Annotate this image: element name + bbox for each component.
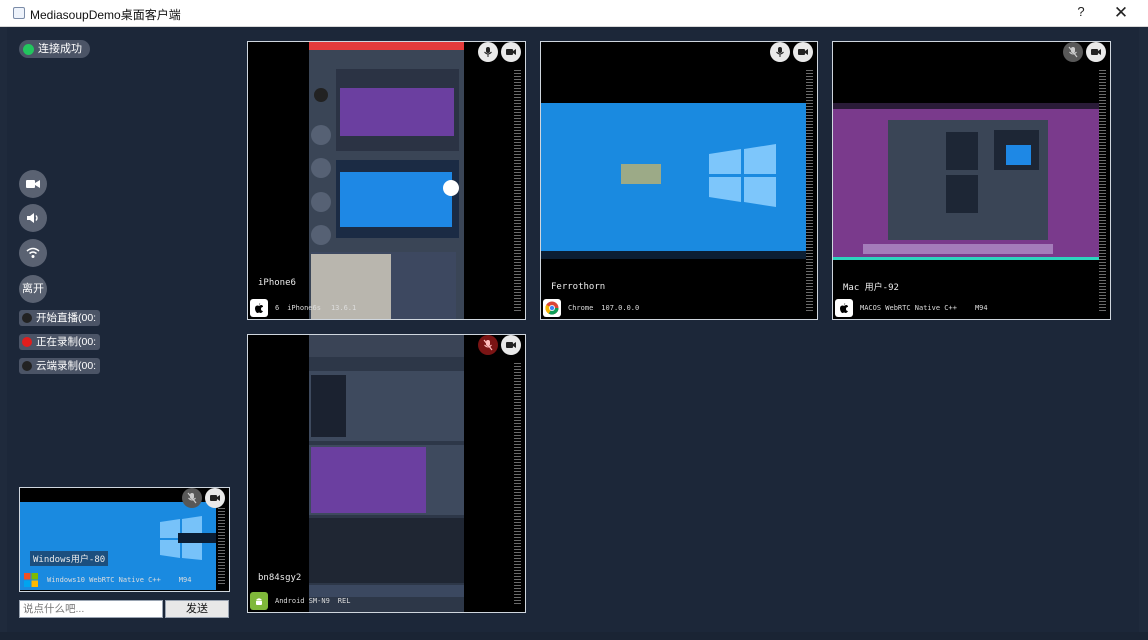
- cloud-dot: [22, 361, 32, 371]
- os-version: 13.6.1: [330, 304, 357, 312]
- mic-icon[interactable]: [770, 42, 790, 62]
- status-dot: [23, 43, 34, 55]
- browser-version: 107.0.0.0: [601, 304, 640, 312]
- connection-status-label: 连接成功: [38, 43, 82, 55]
- device-model: iPhone6s: [287, 304, 321, 312]
- speaker-toggle-button[interactable]: [19, 204, 47, 232]
- video-camera-icon[interactable]: [1086, 42, 1106, 62]
- right-edge: [1139, 27, 1148, 640]
- os-label: 6: [275, 304, 280, 312]
- wifi-icon: [26, 247, 40, 258]
- help-button[interactable]: ?: [1072, 4, 1090, 22]
- device-info: Android SM-N9 REL: [250, 592, 350, 610]
- device-info: 6 iPhone6s 13.6.1: [250, 299, 356, 317]
- volume-meter: [514, 363, 521, 606]
- mic-muted-icon[interactable]: [182, 488, 202, 508]
- android-screen-preview: [309, 335, 464, 612]
- platform-version: M94: [178, 576, 192, 584]
- video-tile[interactable]: iPhone6 6 iPhone6s 13.6.1: [247, 41, 526, 320]
- participant-name: Ferrothorn: [551, 282, 606, 292]
- close-button[interactable]: ✕: [1108, 2, 1134, 24]
- mic-icon[interactable]: [478, 42, 498, 62]
- media-controls: [478, 42, 521, 62]
- network-button[interactable]: [19, 239, 47, 267]
- self-view-tile[interactable]: Windows用户-80 Windows10 WebRTC Native C++…: [19, 487, 230, 592]
- recording-dot: [22, 337, 32, 347]
- connection-status: 连接成功: [19, 40, 90, 58]
- participant-name: iPhone6: [258, 278, 296, 288]
- platform-label: Windows10 WebRTC Native C++: [47, 576, 161, 584]
- platform-version: REL: [337, 597, 351, 605]
- platform-label: MACOS WebRTC Native C++: [860, 304, 957, 312]
- send-button[interactable]: 发送: [165, 600, 229, 618]
- app-icon: [13, 7, 25, 19]
- leave-button[interactable]: 离开: [19, 275, 47, 303]
- live-dot: [22, 313, 32, 323]
- window-title: MediasoupDemo桌面客户端: [30, 8, 181, 22]
- self-name: Windows用户-80: [30, 551, 109, 566]
- mic-muted-icon[interactable]: [478, 335, 498, 355]
- chat-input[interactable]: [19, 600, 163, 618]
- participant-name: bn84sgy2: [258, 573, 302, 583]
- chrome-icon: [543, 299, 561, 317]
- bottom-strip: [0, 632, 1148, 640]
- video-tile[interactable]: Mac 用户-92 MACOS WebRTC Native C++ M94: [832, 41, 1111, 320]
- media-controls: [1063, 42, 1106, 62]
- local-record-button[interactable]: 正在录制(00:: [19, 334, 101, 350]
- device-info: Chrome 107.0.0.0: [543, 299, 639, 317]
- apple-icon: [250, 299, 268, 317]
- volume-meter: [1099, 70, 1106, 313]
- media-controls: [770, 42, 813, 62]
- media-controls: [478, 335, 521, 355]
- live-stream-label: 开始直播(00:: [36, 312, 97, 324]
- browser-name: Chrome: [568, 304, 594, 312]
- local-record-label: 正在录制(00:: [36, 336, 97, 348]
- volume-meter: [218, 508, 225, 585]
- title-bar: MediasoupDemo桌面客户端 ? ✕: [0, 0, 1148, 27]
- device-info: MACOS WebRTC Native C++ M94: [835, 299, 988, 317]
- media-controls: [182, 488, 225, 508]
- volume-meter: [806, 70, 813, 313]
- mic-muted-icon[interactable]: [1063, 42, 1083, 62]
- camera-icon: [26, 180, 40, 188]
- app-window: MediasoupDemo桌面客户端 ? ✕ 连接成功 离开 开始直播(00: …: [0, 0, 1148, 640]
- device-info: Windows10 WebRTC Native C++ M94: [22, 571, 191, 589]
- cloud-record-label: 云端录制(00:: [36, 360, 97, 372]
- video-camera-icon[interactable]: [793, 42, 813, 62]
- apple-icon: [835, 299, 853, 317]
- cloud-record-button[interactable]: 云端录制(00:: [19, 358, 101, 374]
- video-camera-icon[interactable]: [501, 335, 521, 355]
- windows-desktop-preview: [541, 103, 811, 259]
- video-tile[interactable]: bn84sgy2 Android SM-N9 REL: [247, 334, 526, 613]
- speaker-icon: [27, 213, 38, 223]
- android-icon: [250, 592, 268, 610]
- participant-name: Mac 用户-92: [843, 283, 899, 293]
- live-stream-button[interactable]: 开始直播(00:: [19, 310, 101, 326]
- video-tile[interactable]: Ferrothorn Chrome 107.0.0.0: [540, 41, 818, 320]
- windows-icon: [22, 571, 40, 589]
- camera-toggle-button[interactable]: [19, 170, 47, 198]
- video-camera-icon[interactable]: [501, 42, 521, 62]
- platform-label: Android SM-N9: [275, 597, 330, 605]
- mac-desktop-preview: [833, 103, 1103, 260]
- platform-version: M94: [974, 304, 988, 312]
- video-camera-icon[interactable]: [205, 488, 225, 508]
- volume-meter: [514, 70, 521, 313]
